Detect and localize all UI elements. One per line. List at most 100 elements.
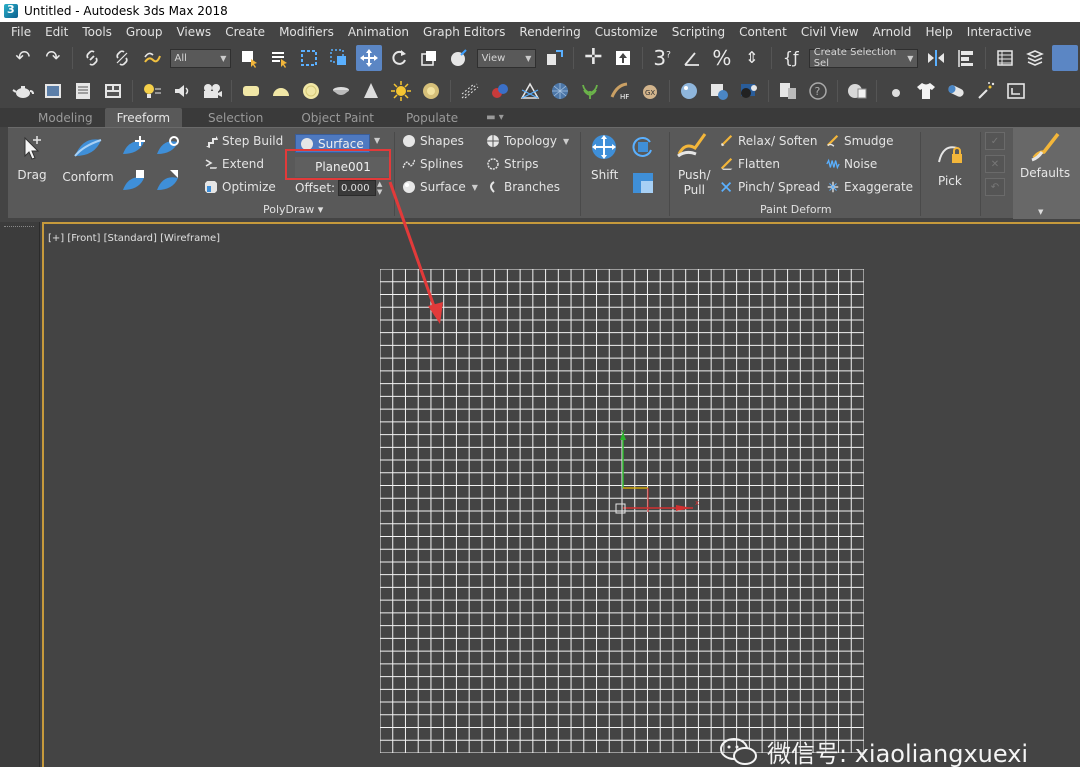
menu-animation[interactable]: Animation: [342, 25, 417, 39]
light-lister-icon[interactable]: [139, 78, 165, 104]
toggle-ribbon-icon[interactable]: [1051, 45, 1078, 71]
layer-explorer-icon[interactable]: [1022, 45, 1048, 71]
conform-scale-icon[interactable]: [120, 168, 148, 196]
material-editor-icon[interactable]: [100, 78, 126, 104]
snaps-toggle-icon[interactable]: 3?: [649, 45, 675, 71]
batch-render-icon[interactable]: [775, 78, 801, 104]
shift-rotate-icon[interactable]: [630, 134, 656, 160]
render-setup-icon[interactable]: [70, 78, 96, 104]
menu-tools[interactable]: Tools: [76, 25, 120, 39]
teapot-icon[interactable]: [10, 78, 36, 104]
conform-vertex-icon[interactable]: [154, 168, 182, 196]
undo-icon[interactable]: ↶: [10, 45, 36, 71]
select-manipulate-icon[interactable]: ✛: [580, 45, 606, 71]
topology-dropdown-icon[interactable]: ▼: [563, 137, 569, 146]
sidebar-grip[interactable]: [4, 226, 34, 229]
render-to-texture-icon[interactable]: [706, 78, 732, 104]
sky-dome-icon[interactable]: [418, 78, 444, 104]
ball-icon[interactable]: [883, 78, 909, 104]
percent-snap-icon[interactable]: %: [709, 45, 735, 71]
camera-sequencer-icon[interactable]: [199, 78, 225, 104]
asset-tracking-icon[interactable]: [844, 78, 870, 104]
check-icon[interactable]: ✓: [985, 132, 1005, 150]
conform-button[interactable]: Conform: [60, 134, 116, 184]
keyboard-shortcut-override-icon[interactable]: [610, 45, 636, 71]
sun-light-icon[interactable]: [388, 78, 414, 104]
conform-move-icon[interactable]: [120, 134, 148, 162]
box-primitive-icon[interactable]: [238, 78, 264, 104]
hair-fur-icon[interactable]: [487, 78, 513, 104]
named-selection-dropdown[interactable]: Create Selection Sel ▼: [808, 47, 919, 69]
pick-icon[interactable]: [936, 140, 966, 168]
link-icon[interactable]: [79, 45, 105, 71]
hair-brush-icon[interactable]: HF: [607, 78, 633, 104]
pinch-spread-button[interactable]: Pinch/ Spread: [720, 180, 820, 194]
surface-dropdown-arrow-icon[interactable]: ▼: [374, 136, 380, 145]
offset-input[interactable]: 0.000: [338, 180, 376, 196]
drag-button[interactable]: Drag: [16, 134, 48, 182]
scale-icon[interactable]: [416, 45, 442, 71]
select-by-name-icon[interactable]: [266, 45, 292, 71]
menu-scripting[interactable]: Scripting: [666, 25, 733, 39]
tab-populate[interactable]: Populate: [394, 108, 470, 127]
tab-selection[interactable]: Selection: [196, 108, 275, 127]
defaults-dropdown-icon[interactable]: ▼: [1038, 208, 1043, 216]
menu-help[interactable]: Help: [919, 25, 960, 39]
selection-filter-dropdown[interactable]: All ▼: [169, 48, 232, 68]
close-icon[interactable]: ✕: [985, 155, 1005, 173]
unlink-icon[interactable]: [109, 45, 135, 71]
menu-edit[interactable]: Edit: [39, 25, 76, 39]
spinner-snap-icon[interactable]: ⇕: [739, 45, 765, 71]
mirror-icon[interactable]: [923, 45, 949, 71]
splines-button[interactable]: Splines: [402, 157, 463, 171]
spray-icon[interactable]: [973, 78, 999, 104]
menu-rendering[interactable]: Rendering: [513, 25, 588, 39]
strips-button[interactable]: Strips: [486, 157, 538, 171]
menu-civil-view[interactable]: Civil View: [795, 25, 867, 39]
tab-object-paint[interactable]: Object Paint: [289, 108, 386, 127]
push-pull-icon[interactable]: [676, 132, 710, 162]
exaggerate-button[interactable]: Exaggerate: [826, 180, 913, 194]
material-sphere-icon[interactable]: [676, 78, 702, 104]
noise-button[interactable]: Noise: [826, 157, 877, 171]
menu-create[interactable]: Create: [219, 25, 273, 39]
polydraw-group-label[interactable]: PolyDraw ▾: [263, 203, 323, 216]
hemisphere-icon[interactable]: [268, 78, 294, 104]
helper-icon[interactable]: [517, 78, 543, 104]
scene-explorer-icon[interactable]: [992, 45, 1018, 71]
smudge-button[interactable]: Smudge: [826, 134, 894, 148]
cloth-icon[interactable]: GX: [637, 78, 663, 104]
extend-button[interactable]: Extend: [204, 157, 264, 171]
step-build-button[interactable]: Step Build: [204, 134, 283, 148]
bowl-icon[interactable]: [328, 78, 354, 104]
sphere-icon[interactable]: [298, 78, 324, 104]
edit-named-selection-icon[interactable]: {ƒ: [778, 45, 804, 71]
menu-graph-editors[interactable]: Graph Editors: [417, 25, 513, 39]
conform-rotate-icon[interactable]: [154, 134, 182, 162]
relax-soften-button[interactable]: Relax/ Soften: [720, 134, 818, 148]
pivot-center-icon[interactable]: [541, 45, 567, 71]
shirt-icon[interactable]: [913, 78, 939, 104]
rotate-icon[interactable]: [386, 45, 412, 71]
branches-button[interactable]: Branches: [486, 180, 560, 194]
particles-icon[interactable]: [457, 78, 483, 104]
sound-icon[interactable]: [169, 78, 195, 104]
window-crossing-icon[interactable]: [326, 45, 352, 71]
bind-space-warp-icon[interactable]: [139, 45, 165, 71]
render-window-icon[interactable]: [1003, 78, 1029, 104]
tab-freeform[interactable]: Freeform: [104, 108, 183, 127]
cone-icon[interactable]: [358, 78, 384, 104]
angle-snap-icon[interactable]: [679, 45, 705, 71]
menu-interactive[interactable]: Interactive: [961, 25, 1040, 39]
undo-small-icon[interactable]: ↶: [985, 178, 1005, 196]
3dsmax-app-icon[interactable]: [4, 3, 18, 18]
menu-customize[interactable]: Customize: [589, 25, 666, 39]
front-viewport[interactable]: [+] [Front] [Standard] [Wireframe] y x 微…: [42, 222, 1080, 767]
ribbon-options-icon[interactable]: ▬ ▾: [474, 108, 516, 127]
shapes-button[interactable]: Shapes: [402, 134, 464, 148]
viewport-layout-sidebar[interactable]: [0, 222, 40, 767]
place-icon[interactable]: [446, 45, 472, 71]
select-object-icon[interactable]: [236, 45, 262, 71]
capsule-icon[interactable]: [943, 78, 969, 104]
redo-icon[interactable]: ↷: [40, 45, 66, 71]
